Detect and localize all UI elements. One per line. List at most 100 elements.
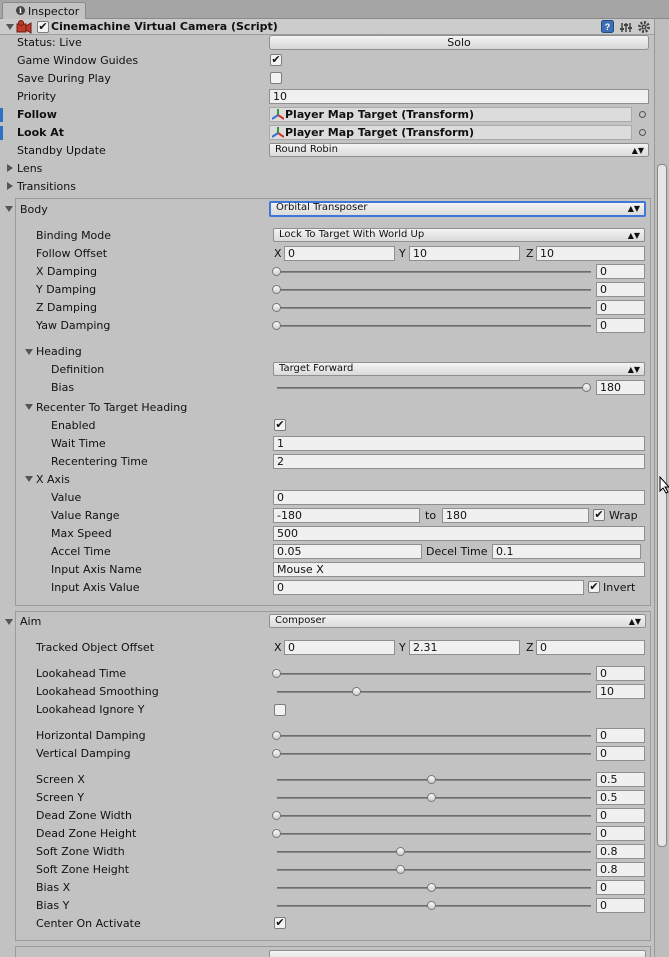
object-picker-icon[interactable] bbox=[639, 129, 646, 136]
slider-thumb[interactable] bbox=[272, 829, 281, 838]
aim-label[interactable]: Aim bbox=[20, 615, 41, 629]
slider-thumb[interactable] bbox=[396, 847, 405, 856]
slider-track[interactable] bbox=[277, 869, 591, 871]
center-on-activate-checkbox[interactable]: ✔ bbox=[274, 917, 286, 929]
z-damping-field[interactable]: 0 bbox=[596, 300, 645, 315]
lookahead-smoothing-field[interactable]: 10 bbox=[596, 684, 645, 699]
preset-icon[interactable] bbox=[620, 21, 633, 33]
recentering-time-field[interactable]: 2 bbox=[273, 454, 645, 469]
tracked-offset-y-field[interactable]: 2.31 bbox=[409, 640, 520, 655]
slider-thumb[interactable] bbox=[272, 731, 281, 740]
heading-bias-field[interactable]: 180 bbox=[596, 380, 645, 395]
binding-mode-dropdown[interactable]: Lock To Target With World Up ▲▼ bbox=[273, 228, 645, 242]
slider-track[interactable] bbox=[277, 735, 591, 737]
body-dropdown[interactable]: Orbital Transposer ▲▼ bbox=[269, 201, 646, 217]
follow-object-field[interactable]: Player Map Target (Transform) bbox=[269, 107, 632, 122]
recenter-enabled-checkbox[interactable]: ✔ bbox=[274, 419, 286, 431]
lookahead-time-field[interactable]: 0 bbox=[596, 666, 645, 681]
priority-field[interactable]: 10 bbox=[269, 89, 649, 104]
heading-foldout-icon[interactable] bbox=[25, 349, 33, 355]
aim-dropdown[interactable]: Composer ▲▼ bbox=[269, 614, 646, 628]
soft-zone-height-field[interactable]: 0.8 bbox=[596, 862, 645, 877]
solo-button[interactable]: Solo bbox=[269, 35, 649, 50]
yaw-damping-field[interactable]: 0 bbox=[596, 318, 645, 333]
dead-zone-height-field[interactable]: 0 bbox=[596, 826, 645, 841]
x-damping-field[interactable]: 0 bbox=[596, 264, 645, 279]
body-label[interactable]: Body bbox=[20, 203, 48, 217]
slider-thumb[interactable] bbox=[427, 883, 436, 892]
transitions-foldout-icon[interactable] bbox=[7, 182, 13, 190]
definition-dropdown[interactable]: Target Forward ▲▼ bbox=[273, 362, 645, 376]
slider-track[interactable] bbox=[277, 673, 591, 675]
slider-thumb[interactable] bbox=[427, 775, 436, 784]
scrollbar-thumb[interactable] bbox=[657, 164, 667, 847]
foldout-arrow-icon[interactable] bbox=[6, 24, 14, 30]
slider-thumb[interactable] bbox=[272, 285, 281, 294]
soft-zone-width-field[interactable]: 0.8 bbox=[596, 844, 645, 859]
game-window-guides-checkbox[interactable]: ✔ bbox=[270, 54, 282, 66]
tracked-offset-z-field[interactable]: 0 bbox=[536, 640, 645, 655]
slider-thumb[interactable] bbox=[272, 669, 281, 678]
slider-thumb[interactable] bbox=[272, 811, 281, 820]
slider-thumb[interactable] bbox=[427, 793, 436, 802]
slider-thumb[interactable] bbox=[427, 901, 436, 910]
wait-time-field[interactable]: 1 bbox=[273, 436, 645, 451]
y-damping-field[interactable]: 0 bbox=[596, 282, 645, 297]
slider-thumb[interactable] bbox=[272, 303, 281, 312]
slider-thumb[interactable] bbox=[272, 267, 281, 276]
accel-time-field[interactable]: 0.05 bbox=[273, 544, 422, 559]
slider-track[interactable] bbox=[277, 307, 591, 309]
body-foldout-icon[interactable] bbox=[5, 206, 13, 212]
gear-icon[interactable] bbox=[637, 20, 651, 34]
look-at-object-field[interactable]: Player Map Target (Transform) bbox=[269, 125, 632, 140]
component-enabled-checkbox[interactable]: ✔ bbox=[37, 21, 49, 33]
dead-zone-width-field[interactable]: 0 bbox=[596, 808, 645, 823]
slider-track[interactable] bbox=[277, 833, 591, 835]
object-picker-icon[interactable] bbox=[639, 111, 646, 118]
slider-track[interactable] bbox=[277, 271, 591, 273]
slider-track[interactable] bbox=[277, 325, 591, 327]
follow-offset-y-field[interactable]: 10 bbox=[409, 246, 520, 261]
slider-track[interactable] bbox=[277, 289, 591, 291]
max-speed-field[interactable]: 500 bbox=[273, 526, 645, 541]
bias-x-field[interactable]: 0 bbox=[596, 880, 645, 895]
component-header[interactable]: ✔ Cinemachine Virtual Camera (Script) ? bbox=[0, 19, 654, 35]
heading-label[interactable]: Heading bbox=[36, 345, 82, 359]
aim-foldout-icon[interactable] bbox=[5, 619, 13, 625]
x-axis-label[interactable]: X Axis bbox=[36, 473, 70, 487]
slider-thumb[interactable] bbox=[352, 687, 361, 696]
slider-thumb[interactable] bbox=[272, 321, 281, 330]
save-during-play-checkbox[interactable] bbox=[270, 72, 282, 84]
recenter-label[interactable]: Recenter To Target Heading bbox=[36, 401, 187, 415]
lens-foldout-icon[interactable] bbox=[7, 164, 13, 172]
standby-update-dropdown[interactable]: Round Robin ▲▼ bbox=[269, 143, 649, 157]
input-axis-value-field[interactable]: 0 bbox=[273, 580, 584, 595]
slider-track[interactable] bbox=[277, 753, 591, 755]
lens-label[interactable]: Lens bbox=[17, 162, 42, 176]
recenter-foldout-icon[interactable] bbox=[25, 404, 33, 410]
slider-track[interactable] bbox=[277, 387, 591, 389]
bias-y-field[interactable]: 0 bbox=[596, 898, 645, 913]
value-range-max-field[interactable]: 180 bbox=[442, 508, 589, 523]
lookahead-ignore-y-checkbox[interactable] bbox=[274, 704, 286, 716]
x-axis-value-field[interactable]: 0 bbox=[273, 490, 645, 505]
invert-checkbox[interactable]: ✔ bbox=[588, 581, 600, 593]
slider-thumb[interactable] bbox=[582, 383, 591, 392]
follow-offset-z-field[interactable]: 10 bbox=[536, 246, 645, 261]
follow-offset-x-field[interactable]: 0 bbox=[284, 246, 395, 261]
slider-thumb[interactable] bbox=[272, 749, 281, 758]
slider-track[interactable] bbox=[277, 815, 591, 817]
tab-inspector[interactable]: i Inspector bbox=[2, 2, 86, 19]
horizontal-damping-field[interactable]: 0 bbox=[596, 728, 645, 743]
transitions-label[interactable]: Transitions bbox=[17, 180, 76, 194]
screen-x-field[interactable]: 0.5 bbox=[596, 772, 645, 787]
screen-y-field[interactable]: 0.5 bbox=[596, 790, 645, 805]
x-axis-foldout-icon[interactable] bbox=[25, 476, 33, 482]
vertical-damping-field[interactable]: 0 bbox=[596, 746, 645, 761]
wrap-checkbox[interactable]: ✔ bbox=[593, 509, 605, 521]
noise-dropdown[interactable] bbox=[269, 950, 646, 957]
value-range-min-field[interactable]: -180 bbox=[273, 508, 420, 523]
slider-track[interactable] bbox=[277, 851, 591, 853]
decel-time-field[interactable]: 0.1 bbox=[492, 544, 641, 559]
help-icon[interactable]: ? bbox=[601, 20, 614, 33]
